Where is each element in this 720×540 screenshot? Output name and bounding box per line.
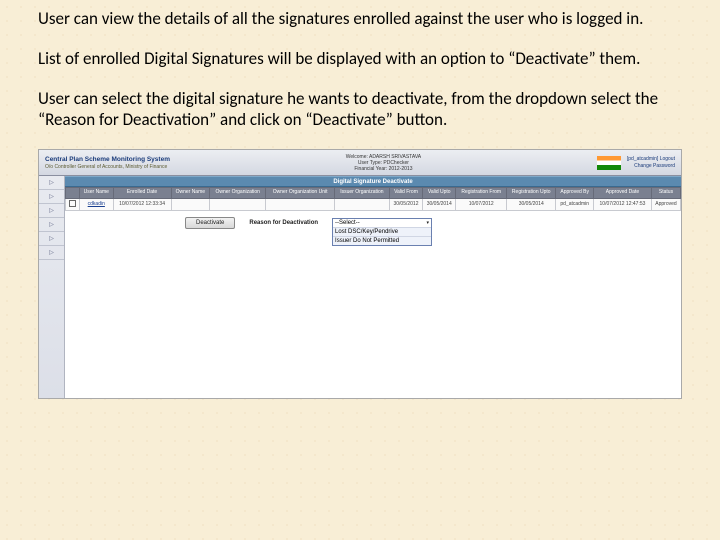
row-owner-org-unit: [266, 198, 335, 210]
sidebar: ▷ ▷ ▷ ▷ ▷ ▷: [39, 176, 65, 398]
col-approved-by: Approved By: [556, 188, 594, 199]
row-status: Approved: [651, 198, 680, 210]
sidebar-item[interactable]: ▷: [39, 190, 64, 204]
logout-link[interactable]: Logout: [660, 156, 675, 162]
app-header: Central Plan Scheme Monitoring System O/…: [39, 150, 681, 176]
col-reg-upto: Registration Upto: [507, 188, 556, 199]
sidebar-item[interactable]: ▷: [39, 204, 64, 218]
col-approved-date: Approved Date: [593, 188, 651, 199]
dropdown-selected-value: --Select--: [335, 220, 360, 226]
deactivate-button[interactable]: Deactivate: [185, 217, 235, 229]
col-owner-org: Owner Organization: [210, 188, 266, 199]
intro-paragraph-1: User can view the details of all the sig…: [38, 8, 682, 30]
col-issuer-org: Issuer Organization: [334, 188, 389, 199]
table-row: cdkadin 10/07/2012 12:33:34 30/05/2012 3…: [66, 198, 681, 210]
row-approved-by: pd_atcadmin: [556, 198, 594, 210]
col-status: Status: [651, 188, 680, 199]
row-owner-org: [210, 198, 266, 210]
row-valid-from: 30/05/2012: [389, 198, 422, 210]
sidebar-item[interactable]: ▷: [39, 232, 64, 246]
app-screenshot: Central Plan Scheme Monitoring System O/…: [38, 149, 682, 399]
row-approved-date: 10/07/2012 12:47:53: [593, 198, 651, 210]
row-owner-name: [171, 198, 210, 210]
row-username[interactable]: cdkadin: [88, 201, 105, 207]
user-link[interactable]: [pd_atcadmin]: [627, 156, 658, 162]
row-enrolled-date: 10/07/2012 12:33:34: [113, 198, 171, 210]
col-owner-name: Owner Name: [171, 188, 210, 199]
action-row: Deactivate Reason for Deactivation --Sel…: [65, 211, 681, 229]
dropdown-option[interactable]: Lost DSC/Key/Pendrive: [333, 227, 431, 236]
col-enrolled-date: Enrolled Date: [113, 188, 171, 199]
app-title: Central Plan Scheme Monitoring System: [45, 156, 170, 163]
sidebar-item[interactable]: ▷: [39, 176, 64, 190]
row-reg-upto: 30/05/2014: [507, 198, 556, 210]
intro-paragraph-3: User can select the digital signature he…: [38, 88, 682, 132]
india-flag-icon: [597, 156, 621, 170]
reason-label: Reason for Deactivation: [249, 220, 318, 226]
col-reg-from: Registration From: [456, 188, 507, 199]
change-password-link[interactable]: Change Password: [634, 163, 675, 169]
dropdown-list: Lost DSC/Key/Pendrive Issuer Do Not Perm…: [332, 227, 432, 246]
intro-paragraph-2: List of enrolled Digital Signatures will…: [38, 48, 682, 70]
col-owner-org-unit: Owner Organization Unit: [266, 188, 335, 199]
section-title: Digital Signature Deactivate: [65, 176, 681, 187]
sidebar-item[interactable]: ▷: [39, 246, 64, 260]
dropdown-option[interactable]: Issuer Do Not Permitted: [333, 236, 431, 245]
sidebar-item[interactable]: ▷: [39, 218, 64, 232]
col-username: User Name: [80, 188, 114, 199]
row-checkbox[interactable]: [69, 200, 76, 207]
col-valid-from: Valid From: [389, 188, 422, 199]
col-valid-upto: Valid Upto: [423, 188, 456, 199]
row-reg-from: 10/07/2012: [456, 198, 507, 210]
chevron-down-icon: ▾: [427, 220, 430, 226]
app-subtitle: O/o Controller General of Accounts, Mini…: [45, 164, 170, 170]
row-issuer-org: [334, 198, 389, 210]
signatures-table: User Name Enrolled Date Owner Name Owner…: [65, 187, 681, 211]
financial-year-text: Financial Year: 2012-2013: [354, 166, 412, 172]
col-select: [66, 188, 80, 199]
row-valid-upto: 30/05/2014: [423, 198, 456, 210]
